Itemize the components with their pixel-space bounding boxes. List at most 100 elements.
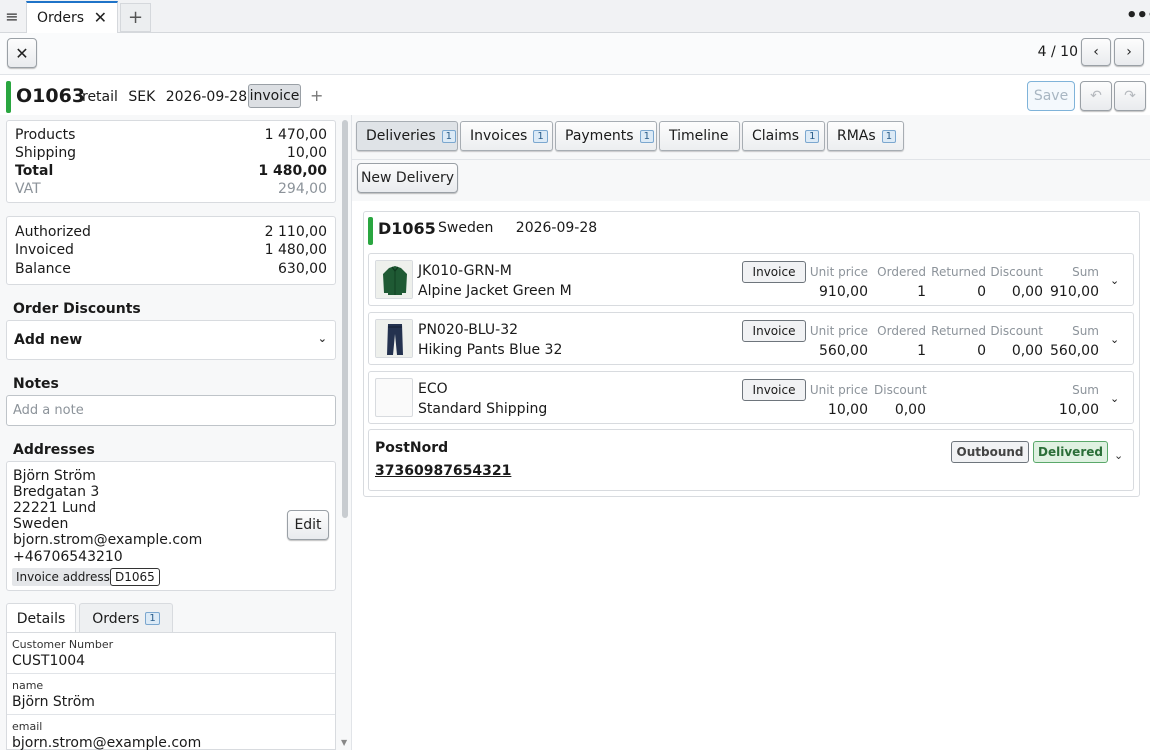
detail-row: name Björn Ström xyxy=(7,674,335,715)
totals-value: 1 470,00 xyxy=(264,127,327,143)
delivery-country: Sweden xyxy=(438,220,494,236)
previous-button[interactable]: ‹ xyxy=(1081,38,1111,66)
product-thumbnail-empty xyxy=(375,378,413,417)
col-header-returned: Returned xyxy=(931,324,986,338)
address-line: Sweden xyxy=(13,516,69,532)
tab-claims[interactable]: Claims 1 xyxy=(742,121,825,151)
toolbar xyxy=(0,33,1150,75)
invoice-badge[interactable]: invoice xyxy=(248,84,301,108)
tab-deliveries-label: Deliveries xyxy=(366,128,436,144)
product-thumbnail xyxy=(375,319,413,358)
col-header-discount: Discount xyxy=(874,383,927,397)
tab-invoices[interactable]: Invoices 1 xyxy=(460,121,553,151)
col-header-unit-price: Unit price xyxy=(809,324,868,338)
edit-address-button[interactable]: Edit xyxy=(287,510,329,540)
add-tab-button[interactable]: + xyxy=(120,3,151,32)
count-badge: 1 xyxy=(145,612,160,625)
totals-value: 10,00 xyxy=(286,145,327,161)
tab-rmas[interactable]: RMAs 1 xyxy=(827,121,904,151)
tab-orders[interactable]: Orders ✕ xyxy=(26,1,118,33)
tracking-number-link[interactable]: 37360987654321 xyxy=(375,463,511,479)
line-invoice-button[interactable]: Invoice xyxy=(742,320,806,342)
discounts-title: Order Discounts xyxy=(13,301,141,317)
save-button[interactable]: Save xyxy=(1027,81,1075,111)
address-line: +46706543210 xyxy=(13,549,123,565)
chevron-down-icon[interactable]: ⌄ xyxy=(1110,392,1119,405)
address-line: bjorn.strom@example.com xyxy=(13,532,203,548)
line-unit-price: 910,00 xyxy=(819,284,868,300)
tab-deliveries[interactable]: Deliveries 1 xyxy=(356,121,458,151)
col-header-sum: Sum xyxy=(1072,324,1099,338)
more-options-icon[interactable]: ••• xyxy=(1126,5,1150,27)
line-invoice-button[interactable]: Invoice xyxy=(742,379,806,401)
discount-select[interactable]: Add new ⌄ xyxy=(6,320,336,360)
scroll-down-icon[interactable]: ▼ xyxy=(341,738,347,747)
col-header-unit-price: Unit price xyxy=(809,383,868,397)
totals-card: Products 1 470,00 Shipping 10,00 Total 1… xyxy=(6,120,336,203)
left-panel-scrollbar[interactable] xyxy=(342,120,348,518)
tab-details[interactable]: Details xyxy=(6,603,76,633)
close-button[interactable]: ✕ xyxy=(7,38,37,68)
tab-payments-label: Payments xyxy=(565,128,634,144)
totals-value: 294,00 xyxy=(278,181,327,197)
redo-button[interactable]: ↷ xyxy=(1114,81,1146,111)
tab-orders-label: Orders xyxy=(37,10,85,26)
line-discount: 0,00 xyxy=(1011,343,1043,359)
chevron-down-icon[interactable]: ⌄ xyxy=(1114,449,1123,462)
jacket-image xyxy=(376,261,412,298)
order-id: O1063 xyxy=(16,85,86,107)
address-delivery-tag[interactable]: D1065 xyxy=(110,568,160,586)
order-date: 2026-09-28 xyxy=(165,89,248,105)
line-returned: 0 xyxy=(977,343,986,359)
col-header-sum: Sum xyxy=(1072,265,1099,279)
tab-timeline[interactable]: Timeline xyxy=(659,121,740,151)
direction-badge: Outbound xyxy=(951,441,1029,463)
col-header-sum: Sum xyxy=(1072,383,1099,397)
payment-summary-card: Authorized 2 110,00 Invoiced 1 480,00 Ba… xyxy=(6,216,336,285)
tab-customer-orders-label: Orders xyxy=(92,610,140,627)
addresses-title: Addresses xyxy=(13,442,95,458)
close-icon[interactable]: ✕ xyxy=(94,8,107,27)
note-input[interactable] xyxy=(6,395,336,426)
col-header-discount: Discount xyxy=(990,265,1043,279)
summary-row-balance: Balance 630,00 xyxy=(15,261,327,277)
tab-customer-orders[interactable]: Orders 1 xyxy=(79,603,173,633)
delivery-id: D1065 xyxy=(378,219,436,238)
line-sku: ECO xyxy=(418,381,448,397)
next-button[interactable]: › xyxy=(1114,38,1144,66)
delivery-date: 2026-09-28 xyxy=(515,220,598,236)
line-sku: PN020-BLU-32 xyxy=(418,322,519,338)
menu-icon[interactable]: ≡ xyxy=(0,0,24,33)
summary-label: Invoiced xyxy=(15,242,74,258)
count-badge: 1 xyxy=(441,129,456,143)
carrier-name: PostNord xyxy=(375,440,449,456)
order-currency: SEK xyxy=(128,89,156,105)
totals-row-vat: VAT 294,00 xyxy=(15,181,327,197)
line-ordered: 1 xyxy=(917,343,926,359)
summary-value: 1 480,00 xyxy=(264,242,327,258)
deliveries-toolbar xyxy=(352,159,1150,201)
detail-row: Customer Number CUST1004 xyxy=(7,633,335,674)
detail-value: Björn Ström xyxy=(12,694,95,710)
pager-text: 4 / 10 xyxy=(1037,44,1078,60)
tab-payments[interactable]: Payments 1 xyxy=(555,121,657,151)
order-status-accent xyxy=(6,81,11,113)
product-thumbnail xyxy=(375,260,413,299)
order-channel: retail xyxy=(82,89,118,105)
summary-label: Authorized xyxy=(15,224,91,240)
summary-value: 630,00 xyxy=(278,261,327,277)
add-badge-icon[interactable]: + xyxy=(310,86,323,105)
line-invoice-button[interactable]: Invoice xyxy=(742,261,806,283)
chevron-down-icon[interactable]: ⌄ xyxy=(1110,333,1119,346)
col-header-returned: Returned xyxy=(931,265,986,279)
line-sum: 910,00 xyxy=(1050,284,1099,300)
line-sku: JK010-GRN-M xyxy=(418,263,512,279)
undo-button[interactable]: ↶ xyxy=(1080,81,1112,111)
chevron-down-icon[interactable]: ⌄ xyxy=(1110,274,1119,287)
discount-select-value: Add new xyxy=(14,332,83,348)
delivery-line: PN020-BLU-32 Hiking Pants Blue 32 Invoic… xyxy=(368,312,1134,365)
totals-label: VAT xyxy=(15,181,41,197)
new-delivery-button[interactable]: New Delivery xyxy=(357,163,458,193)
line-unit-price: 10,00 xyxy=(827,402,868,418)
order-meta: retail SEK 2026-09-28 xyxy=(82,89,253,105)
